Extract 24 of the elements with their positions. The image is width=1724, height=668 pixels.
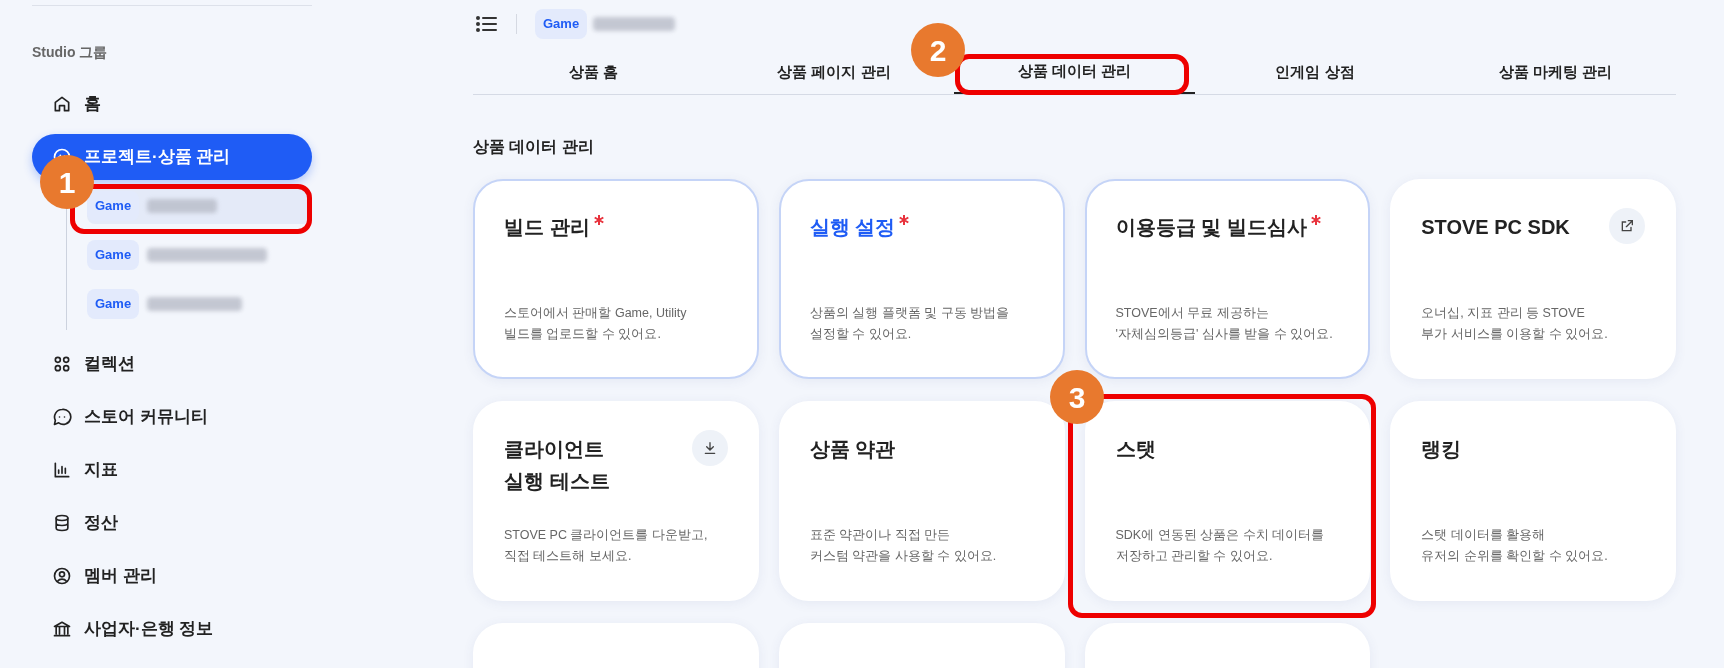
card-description: 스탯 데이터를 활용해 유저의 순위를 확인할 수 있어요.: [1421, 527, 1609, 565]
card-description: 상품의 실행 플랫폼 및 구동 방법을 설정할 수 있어요.: [809, 305, 1011, 343]
card-title: 이용등급 및 빌드심사: [1115, 215, 1307, 240]
step-number-tooltip: 2: [911, 23, 965, 77]
step-number-tooltip: 3: [1050, 370, 1104, 424]
card-description: STOVE에서 무료 제공하는 '자체심의등급' 심사를 받을 수 있어요.: [1115, 305, 1334, 343]
card-title: STOVE PC SDK: [1421, 215, 1570, 240]
game-tag: Game: [535, 9, 588, 39]
card-description: 스토어에서 판매할 Game, Utility 빌드를 업로드할 수 있어요.: [504, 305, 688, 343]
card-title: 클라이언트 실행 테스트: [504, 437, 610, 494]
card-description: 오너십, 지표 관리 등 STOVE 부가 서비스를 이용할 수 있어요.: [1421, 305, 1609, 343]
card-title: 랭킹: [1421, 437, 1462, 462]
card-title: 실행 설정: [809, 215, 896, 240]
game-tag: Game: [87, 191, 140, 221]
group-label: Studio 그룹: [32, 43, 109, 62]
card-title: 상품 약관: [809, 437, 896, 462]
game-tag: Game: [87, 240, 140, 270]
card-title: 빌드 관리: [504, 215, 590, 240]
game-tag: Game: [87, 289, 140, 319]
section-title: 상품 데이터 관리: [473, 137, 595, 157]
card-description: 표준 약관이나 직접 만든 커스텀 약관을 사용할 수 있어요.: [809, 527, 998, 565]
card-description: SDK에 연동된 상품은 수치 데이터를 저장하고 관리할 수 있어요.: [1115, 527, 1326, 565]
card-description: STOVE PC 클라이언트를 다운받고, 직접 테스트해 보세요.: [504, 527, 709, 565]
card-title: 스탯: [1115, 437, 1156, 462]
